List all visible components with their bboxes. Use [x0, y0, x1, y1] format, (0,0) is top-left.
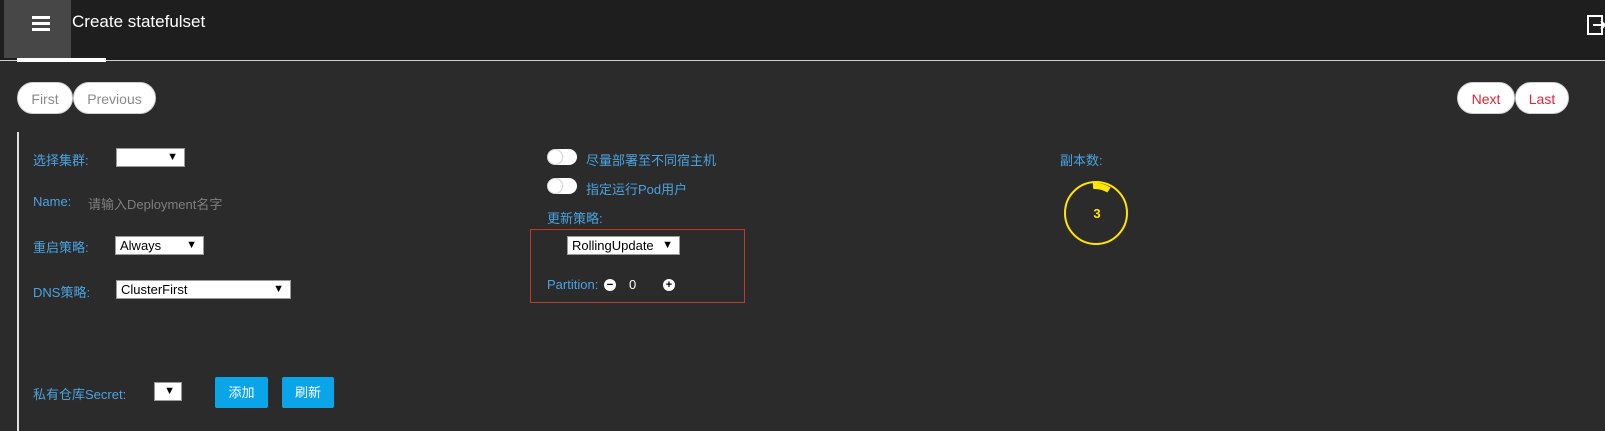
- next-page-button[interactable]: Next: [1457, 82, 1515, 114]
- restart-policy-label: 重启策略:: [33, 240, 89, 255]
- restart-policy-value: Always: [120, 238, 162, 253]
- pod-user-label: 指定运行Pod用户: [586, 182, 688, 197]
- page-title: Create statefulset: [72, 12, 206, 31]
- dropdown-arrow-icon: ▼: [662, 239, 673, 251]
- toggle-knob: [548, 150, 562, 164]
- update-strategy-select[interactable]: RollingUpdate ▼: [567, 236, 680, 255]
- dropdown-arrow-icon: ▼: [273, 283, 284, 295]
- partition-label: Partition:: [547, 277, 599, 292]
- menu-icon-bar: [32, 28, 50, 31]
- menu-icon-bar: [32, 16, 50, 19]
- dns-policy-value: ClusterFirst: [121, 282, 188, 297]
- replicas-label: 副本数:: [1060, 153, 1103, 168]
- replicas-value: 3: [1093, 206, 1101, 221]
- panel-divider: [17, 132, 19, 431]
- secret-label: 私有仓库Secret:: [33, 387, 127, 402]
- spread-hosts-label: 尽量部署至不同宿主机: [586, 153, 717, 168]
- first-page-button[interactable]: First: [17, 82, 73, 114]
- refresh-button[interactable]: 刷新: [282, 377, 334, 408]
- cluster-select[interactable]: ▼: [116, 148, 185, 167]
- dropdown-arrow-icon: ▼: [164, 385, 175, 397]
- previous-page-button[interactable]: Previous: [73, 82, 156, 114]
- dns-policy-select[interactable]: ClusterFirst ▼: [116, 280, 291, 299]
- secret-select[interactable]: ▼: [154, 382, 182, 401]
- plus-circle-icon[interactable]: +: [663, 279, 675, 291]
- logout-icon[interactable]: [1587, 14, 1605, 36]
- hamburger-menu-button[interactable]: [4, 0, 71, 58]
- partition-value: 0: [629, 277, 637, 292]
- toggle-knob: [548, 179, 562, 193]
- update-strategy-value: RollingUpdate: [572, 238, 654, 253]
- add-secret-button[interactable]: 添加: [215, 377, 268, 408]
- name-input[interactable]: 请输入Deployment名字: [88, 194, 222, 213]
- restart-policy-select[interactable]: Always ▼: [115, 236, 204, 255]
- name-label: Name:: [33, 194, 72, 209]
- active-tab-indicator: [17, 58, 106, 62]
- last-page-button[interactable]: Last: [1515, 82, 1569, 114]
- spread-hosts-toggle[interactable]: [547, 149, 577, 165]
- pod-user-toggle[interactable]: [547, 178, 577, 194]
- update-strategy-label: 更新策略:: [547, 211, 603, 226]
- dropdown-arrow-icon: ▼: [186, 239, 197, 251]
- cluster-label: 选择集群:: [33, 153, 89, 168]
- top-bar: Create statefulset: [0, 0, 1605, 61]
- dropdown-arrow-icon: ▼: [167, 151, 178, 163]
- dns-policy-label: DNS策略:: [33, 285, 91, 300]
- menu-icon-bar: [32, 22, 50, 25]
- minus-circle-icon[interactable]: −: [604, 279, 616, 291]
